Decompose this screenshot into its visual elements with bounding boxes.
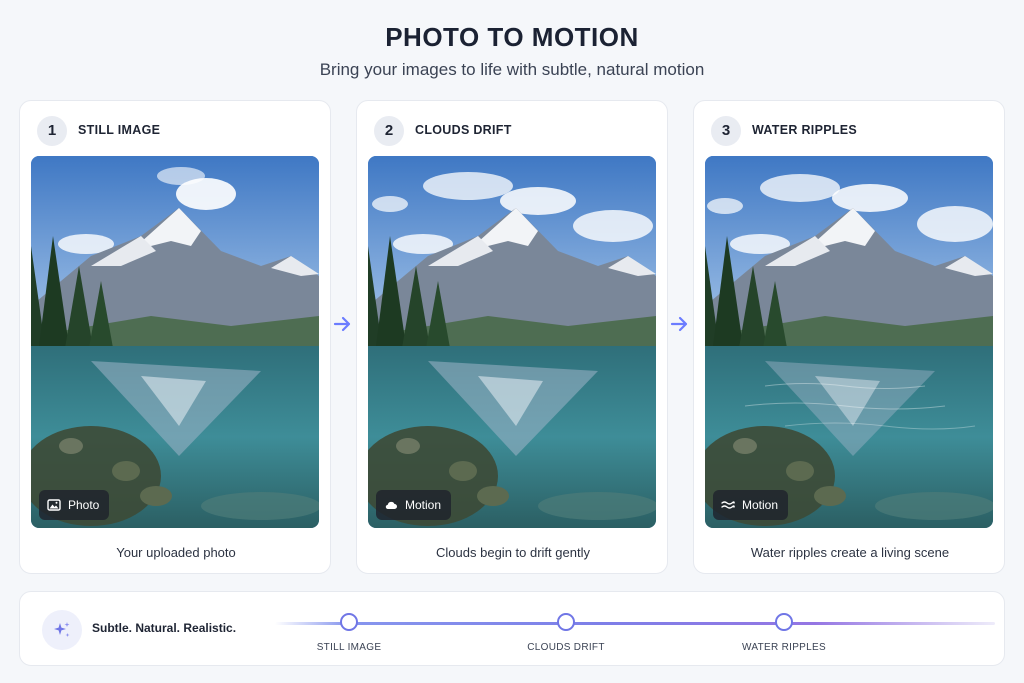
step-card-still-image: 1 STILL IMAGE Photo Your uploaded photo <box>19 100 331 574</box>
timeline-dot-clouds-drift[interactable] <box>557 613 575 631</box>
mountain-lake-image <box>31 156 319 528</box>
step-caption: Your uploaded photo <box>116 545 236 560</box>
photo-badge: Photo <box>39 490 110 520</box>
badge-label: Motion <box>742 498 779 512</box>
footer-timeline: Subtle. Natural. Realistic. STILL IMAGE … <box>19 591 1005 666</box>
motion-badge: Motion <box>376 490 452 520</box>
step-number: 3 <box>711 116 741 146</box>
sparkle-badge <box>42 610 82 650</box>
step-number: 2 <box>374 116 404 146</box>
step-title: CLOUDS DRIFT <box>415 123 512 137</box>
page-title: PHOTO TO MOTION <box>385 22 639 52</box>
badge-label: Photo <box>68 498 100 512</box>
landscape-photo[interactable]: Motion <box>705 156 993 528</box>
cloud-icon <box>385 501 397 510</box>
step-title: STILL IMAGE <box>78 123 161 137</box>
page-subtitle: Bring your images to life with subtle, n… <box>319 60 705 79</box>
step-caption: Water ripples create a living scene <box>750 545 950 560</box>
arrow-right-icon <box>670 315 690 333</box>
arrow-right-icon <box>333 315 353 333</box>
step-caption: Clouds begin to drift gently <box>436 545 590 560</box>
landscape-photo[interactable]: Photo <box>31 156 319 528</box>
mountain-lake-image <box>705 156 993 528</box>
landscape-photo[interactable]: Motion <box>368 156 656 528</box>
timeline-dot-water-ripples[interactable] <box>775 613 793 631</box>
timeline-dot-still-image[interactable] <box>340 613 358 631</box>
waves-icon <box>721 501 735 509</box>
timeline-track <box>275 622 995 625</box>
step-card-clouds-drift: 2 CLOUDS DRIFT Motion Clouds begin to dr… <box>356 100 668 574</box>
timeline-label: CLOUDS DRIFT <box>527 642 605 653</box>
mountain-lake-image <box>368 156 656 528</box>
step-title: WATER RIPPLES <box>752 123 858 137</box>
timeline-label: WATER RIPPLES <box>742 642 826 653</box>
sparkle-icon <box>54 622 70 637</box>
step-number: 1 <box>37 116 67 146</box>
timeline-label: STILL IMAGE <box>316 642 382 653</box>
image-icon <box>47 499 61 511</box>
motion-badge: Motion <box>713 490 789 520</box>
tagline: Subtle. Natural. Realistic. <box>92 621 237 635</box>
badge-label: Motion <box>405 498 442 512</box>
step-card-water-ripples: 3 WATER RIPPLES Motion Water ripples cre… <box>693 100 1005 574</box>
